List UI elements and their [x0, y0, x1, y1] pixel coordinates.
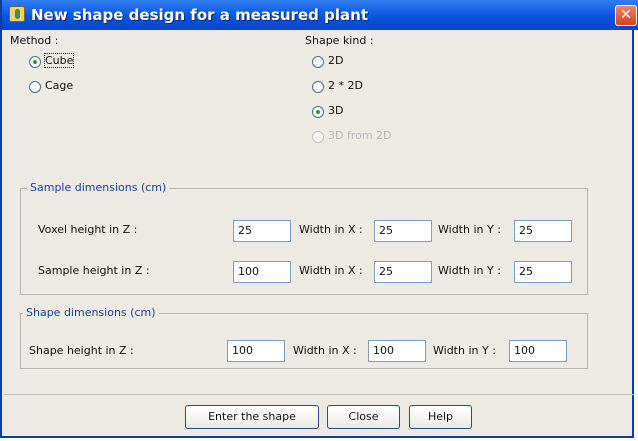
sample-height-label: Sample height in Z : — [38, 264, 150, 277]
shape-kind-3d-from-2d-label: 3D from 2D — [328, 129, 392, 142]
shape-dimensions-title: Shape dimensions (cm) — [23, 306, 159, 319]
shape-kind-label: Shape kind : — [305, 34, 374, 47]
shape-kind-2x2d-label[interactable]: 2 * 2D — [328, 79, 363, 92]
shape-width-y-input[interactable]: 100 — [509, 340, 567, 362]
shape-kind-3d-label[interactable]: 3D — [328, 104, 343, 117]
shape-width-x-label: Width in X : — [293, 344, 357, 357]
method-cube-label[interactable]: Cube — [43, 53, 75, 68]
shape-kind-2d-radio[interactable] — [312, 56, 324, 68]
sample-dimensions-group: Sample dimensions (cm) — [20, 181, 588, 295]
dialog-window: New shape design for a measured plant ✕ … — [0, 0, 638, 438]
sample-width-x-input[interactable]: 25 — [374, 261, 432, 283]
method-cube-radio[interactable] — [29, 56, 41, 68]
window-close-button[interactable]: ✕ — [615, 5, 637, 26]
title-bar: New shape design for a measured plant ✕ — [2, 0, 638, 30]
plant-app-icon — [9, 6, 25, 22]
sample-dimensions-title: Sample dimensions (cm) — [27, 181, 170, 194]
shape-kind-3d-from-2d-radio — [312, 131, 324, 143]
sample-height-input[interactable]: 100 — [233, 261, 291, 283]
close-button[interactable]: Close — [327, 405, 400, 429]
sample-width-y-input[interactable]: 25 — [514, 261, 572, 283]
voxel-width-x-label: Width in X : — [299, 223, 363, 236]
shape-dimensions-group: Shape dimensions (cm) — [20, 306, 588, 369]
voxel-width-x-input[interactable]: 25 — [374, 220, 432, 242]
voxel-height-label: Voxel height in Z : — [38, 223, 138, 236]
help-button[interactable]: Help — [409, 405, 472, 429]
voxel-width-y-input[interactable]: 25 — [514, 220, 572, 242]
shape-kind-2x2d-radio[interactable] — [312, 81, 324, 93]
sample-width-x-label: Width in X : — [299, 264, 363, 277]
voxel-width-y-label: Width in Y : — [438, 223, 501, 236]
shape-width-x-input[interactable]: 100 — [368, 340, 426, 362]
method-label: Method : — [10, 34, 59, 47]
method-cage-label[interactable]: Cage — [45, 79, 73, 92]
enter-shape-button[interactable]: Enter the shape — [185, 405, 319, 429]
window-title: New shape design for a measured plant — [31, 6, 368, 24]
shape-kind-2d-label[interactable]: 2D — [328, 54, 343, 67]
shape-height-input[interactable]: 100 — [227, 340, 285, 362]
shape-height-label: Shape height in Z : — [29, 344, 134, 357]
sample-width-y-label: Width in Y : — [438, 264, 501, 277]
voxel-height-input[interactable]: 25 — [233, 220, 291, 242]
shape-width-y-label: Width in Y : — [433, 344, 496, 357]
shape-kind-3d-radio[interactable] — [312, 106, 324, 118]
method-cage-radio[interactable] — [29, 81, 41, 93]
button-bar-separator — [4, 394, 634, 395]
